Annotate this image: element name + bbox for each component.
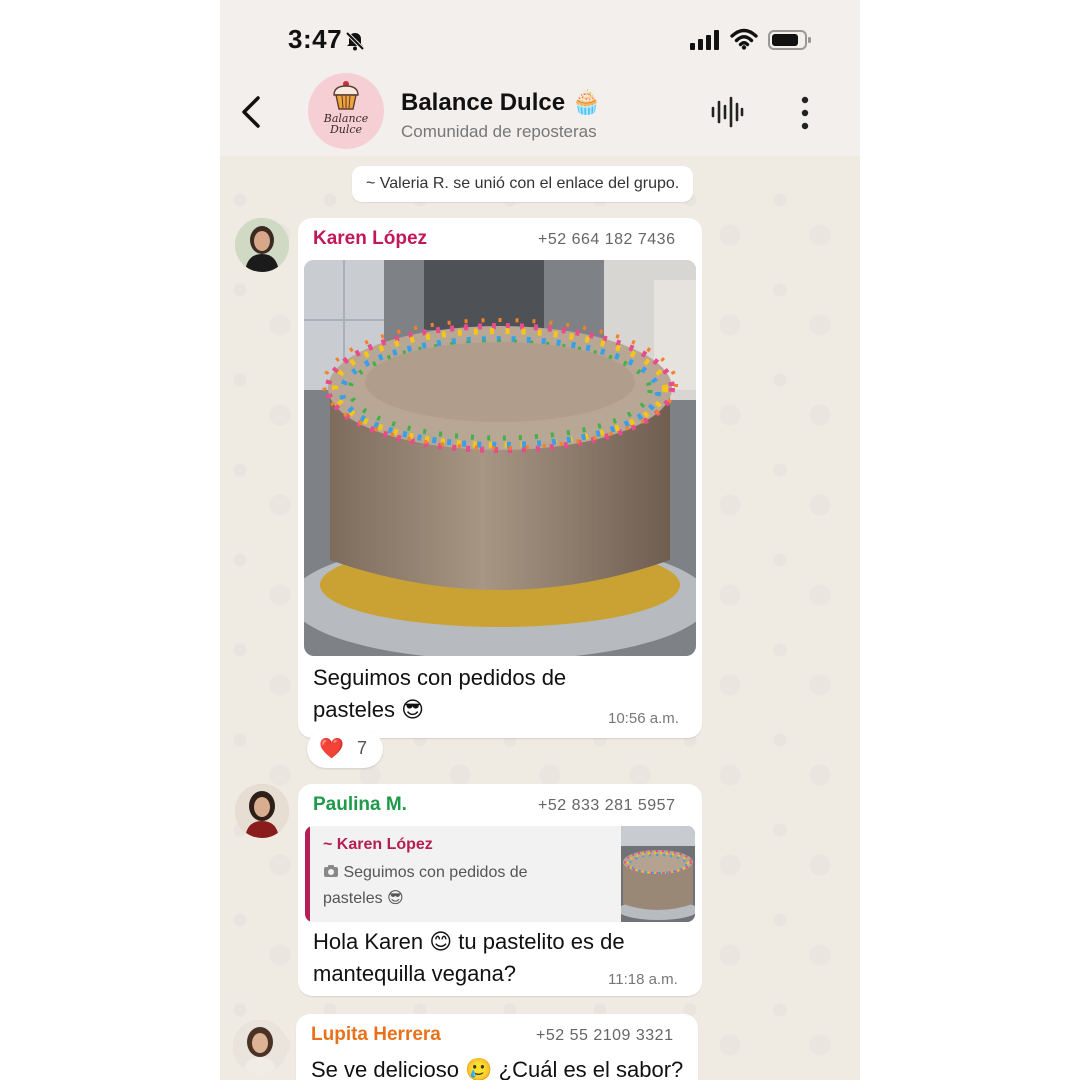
sender-avatar-lupita[interactable]	[233, 1020, 287, 1074]
sender-phone: +52 55 2109 3321	[536, 1027, 674, 1044]
sender-avatar-karen[interactable]	[235, 218, 289, 272]
message-time: 10:56 a.m.	[608, 710, 679, 727]
sunglasses-emoji: 😎	[387, 890, 404, 907]
quote-accent-bar	[305, 826, 310, 922]
message-text-line1: Seguimos con pedidos de	[313, 665, 567, 690]
teary-emoji: 🥲	[465, 1057, 493, 1080]
message-text-line2: mantequilla vegana?	[313, 961, 517, 986]
sunglasses-emoji: 😎	[401, 697, 425, 722]
message-text-line2: pasteles	[313, 697, 395, 722]
person-avatar-icon	[235, 784, 289, 838]
group-name: Balance Dulce	[401, 89, 566, 116]
message-text-part1: Hola Karen	[313, 929, 424, 954]
status-time: 3:47	[288, 24, 343, 54]
group-logo-text: Balance Dulce	[308, 113, 384, 135]
wifi-icon	[730, 28, 758, 50]
message-time: 11:18 a.m.	[608, 971, 678, 988]
message-text: Se ve delicioso 🥲 ¿Cuál es el sabor?	[311, 1054, 691, 1080]
heart-reaction-icon: ❤️	[319, 738, 344, 760]
group-avatar[interactable]: Balance Dulce	[308, 73, 384, 149]
message-text: Seguimos con pedidos de pasteles 😎	[313, 662, 613, 726]
sender-name[interactable]: Paulina M.	[313, 794, 407, 816]
message-bubble-paulina[interactable]: Paulina M. +52 833 281 5957 ~ Karen Lópe…	[298, 784, 702, 996]
group-title[interactable]: Balance Dulce 🧁	[401, 88, 602, 117]
quoted-text: Seguimos con pedidos de pasteles 😎	[323, 860, 583, 912]
quoted-text-line2: pasteles	[323, 890, 383, 907]
message-text-part2: tu pastelito es de	[458, 929, 625, 954]
reaction-count: 7	[357, 738, 368, 758]
message-text: Hola Karen 😊 tu pastelito es de mantequi…	[313, 926, 653, 990]
quoted-message[interactable]: ~ Karen López Seguimos con pedidos de pa…	[305, 826, 695, 922]
message-bubble-lupita[interactable]: Lupita Herrera +52 55 2109 3321 Se ve de…	[296, 1014, 698, 1080]
bell-muted-icon	[345, 31, 365, 51]
group-name-emoji: 🧁	[571, 89, 602, 116]
group-subtitle: Comunidad de reposteras	[401, 122, 597, 141]
back-arrow-icon[interactable]	[238, 94, 268, 130]
person-avatar-icon	[233, 1020, 287, 1074]
system-message: ~ Valeria R. se unió con el enlace del g…	[352, 166, 694, 202]
more-options-icon[interactable]	[800, 96, 810, 130]
sender-avatar-paulina[interactable]	[235, 784, 289, 838]
chat-header: Balance Dulce Balance Dulce 🧁 Comunidad …	[220, 73, 860, 156]
smiling-emoji: 😊	[429, 929, 453, 954]
quoted-text-line1: Seguimos con pedidos de	[343, 864, 528, 881]
cake-photo[interactable]	[304, 260, 696, 656]
camera-icon	[324, 865, 338, 877]
message-text-part2: ¿Cuál es el sabor?	[498, 1057, 684, 1080]
person-avatar-icon	[235, 218, 289, 272]
battery-icon	[768, 30, 811, 50]
quoted-cake-thumbnail	[621, 826, 695, 922]
message-text-part1: Se ve delicioso	[311, 1057, 459, 1080]
reaction-pill[interactable]: ❤️ 7	[307, 730, 383, 768]
phone-screen: 3:47 Balance Dulce Balance Dulce 🧁 Comun…	[220, 0, 860, 1080]
sender-name[interactable]: Karen López	[313, 228, 427, 250]
message-bubble-karen[interactable]: Karen López +52 664 182 7436 Seguimos co…	[298, 218, 702, 738]
signal-icon	[690, 30, 719, 50]
status-bar: 3:47	[220, 0, 860, 80]
sender-phone: +52 664 182 7436	[538, 231, 676, 248]
sender-name[interactable]: Lupita Herrera	[311, 1024, 441, 1046]
quoted-sender: ~ Karen López	[323, 836, 433, 853]
cupcake-logo-icon	[333, 81, 359, 110]
voice-chat-icon[interactable]	[710, 96, 744, 128]
logo-text-line2: Dulce	[329, 123, 363, 136]
sender-phone: +52 833 281 5957	[538, 797, 676, 814]
